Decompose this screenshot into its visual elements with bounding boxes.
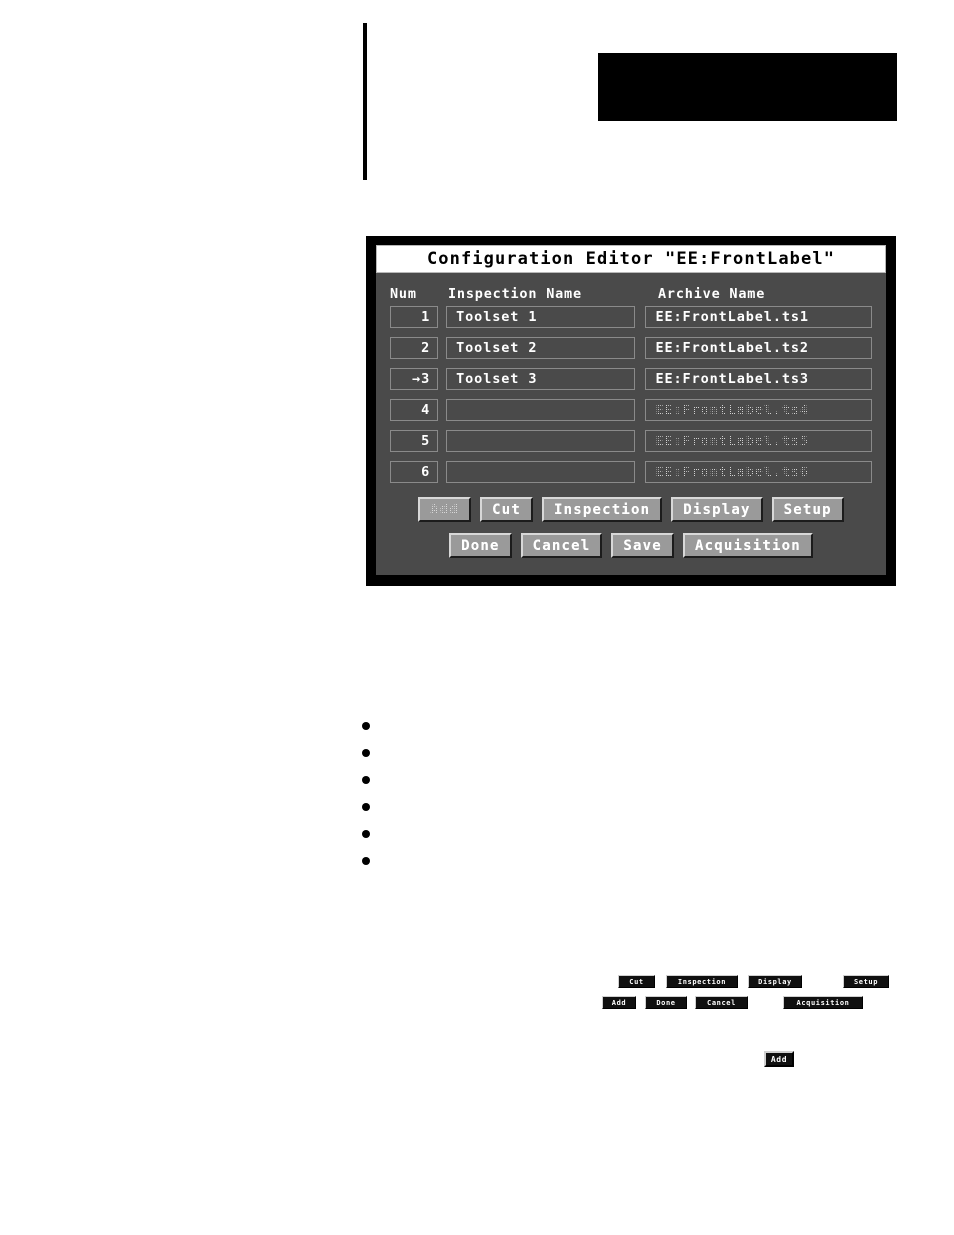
- button-label: Add: [428, 499, 461, 520]
- list-item: [362, 739, 622, 766]
- save-button[interactable]: Save: [611, 533, 674, 558]
- action-button-row-primary: Add Cut Inspection Display Setup: [390, 497, 872, 522]
- archive-name-field[interactable]: EE:FrontLabel.ts3: [645, 368, 872, 390]
- archive-name-field[interactable]: EE:FrontLabel.ts6: [645, 461, 872, 483]
- inline-setup-button: Setup: [843, 975, 889, 988]
- list-item: [362, 820, 622, 847]
- inline-cancel-button: Cancel: [695, 996, 748, 1009]
- inline-cut-button: Cut: [618, 975, 655, 988]
- column-header-inspection-name: Inspection Name: [448, 286, 582, 302]
- list-item: [362, 712, 622, 739]
- screen-title-bar: Configuration Editor "EE:FrontLabel": [376, 245, 886, 273]
- archive-name-field[interactable]: EE:FrontLabel.ts1: [645, 306, 872, 328]
- row-number-cell[interactable]: 4: [390, 399, 439, 421]
- inspection-table: 1 Toolset 1 EE:FrontLabel.ts1 2 Toolset 2 EE:…: [390, 306, 872, 492]
- page-title: Configuration Editor "EE:FrontLabel": [426, 249, 836, 269]
- inspection-name-field[interactable]: [446, 461, 636, 483]
- column-header-archive-name: Archive Name: [658, 286, 766, 302]
- row-number-cell[interactable]: 6: [390, 461, 439, 483]
- list-item: [362, 847, 622, 874]
- row-number-cell[interactable]: 2: [390, 337, 439, 359]
- archive-name-field[interactable]: EE:FrontLabel.ts4: [645, 399, 872, 421]
- screen-inner: Configuration Editor "EE:FrontLabel" Num…: [376, 245, 886, 575]
- inspection-name-field[interactable]: Toolset 1: [446, 306, 636, 328]
- inline-display-button: Display: [748, 975, 802, 988]
- row-number-cell[interactable]: 5: [390, 430, 439, 452]
- column-header-num: Num: [390, 286, 417, 302]
- table-row: 5 EE:FrontLabel.ts5: [390, 430, 872, 452]
- inline-add-button: Add: [602, 996, 636, 1009]
- row-number-cell[interactable]: 1: [390, 306, 439, 328]
- inspection-name-field[interactable]: [446, 399, 636, 421]
- inline-inspection-button: Inspection: [666, 975, 738, 988]
- cut-button[interactable]: Cut: [480, 497, 533, 522]
- bullet-list: [362, 712, 622, 874]
- cancel-button[interactable]: Cancel: [520, 533, 603, 558]
- action-button-row-secondary: Done Cancel Save Acquisition: [390, 533, 872, 558]
- bullet-icon: [362, 856, 370, 865]
- bullet-icon: [362, 829, 370, 838]
- display-button[interactable]: Display: [671, 497, 763, 522]
- done-button[interactable]: Done: [449, 533, 512, 558]
- table-row: →3 Toolset 3 EE:FrontLabel.ts3: [390, 368, 872, 390]
- setup-button[interactable]: Setup: [771, 497, 844, 522]
- table-row: 6 EE:FrontLabel.ts6: [390, 461, 872, 483]
- list-item: [362, 793, 622, 820]
- inline-acquisition-button: Acquisition: [783, 996, 863, 1009]
- table-row: 1 Toolset 1 EE:FrontLabel.ts1: [390, 306, 872, 328]
- bullet-icon: [362, 721, 370, 730]
- bullet-icon: [362, 802, 370, 811]
- archive-name-disabled-text: EE:FrontLabel.ts4: [654, 401, 811, 419]
- list-item: [362, 766, 622, 793]
- table-row: 4 EE:FrontLabel.ts4: [390, 399, 872, 421]
- inspection-name-field[interactable]: [446, 430, 636, 452]
- column-headers: Num Inspection Name Archive Name: [390, 286, 872, 302]
- screen-body: Num Inspection Name Archive Name 1 Toolse…: [376, 273, 886, 575]
- table-row: 2 Toolset 2 EE:FrontLabel.ts2: [390, 337, 872, 359]
- bullet-icon: [362, 748, 370, 757]
- archive-name-disabled-text: EE:FrontLabel.ts6: [654, 463, 811, 481]
- inspection-name-field[interactable]: Toolset 3: [446, 368, 636, 390]
- configuration-editor-screen: Configuration Editor "EE:FrontLabel" Num…: [366, 236, 896, 586]
- add-button: Add: [418, 497, 472, 522]
- acquisition-button[interactable]: Acquisition: [682, 533, 813, 558]
- vertical-rule: [363, 23, 367, 180]
- inspection-name-field[interactable]: Toolset 2: [446, 337, 636, 359]
- inline-add-button: Add: [764, 1051, 794, 1067]
- bullet-icon: [362, 775, 370, 784]
- archive-name-field[interactable]: EE:FrontLabel.ts5: [645, 430, 872, 452]
- inline-done-button: Done: [645, 996, 687, 1009]
- archive-name-disabled-text: EE:FrontLabel.ts5: [654, 432, 811, 450]
- archive-name-field[interactable]: EE:FrontLabel.ts2: [645, 337, 872, 359]
- row-number-cell[interactable]: →3: [390, 368, 439, 390]
- inspection-button[interactable]: Inspection: [541, 497, 663, 522]
- redaction-bar: [598, 53, 897, 121]
